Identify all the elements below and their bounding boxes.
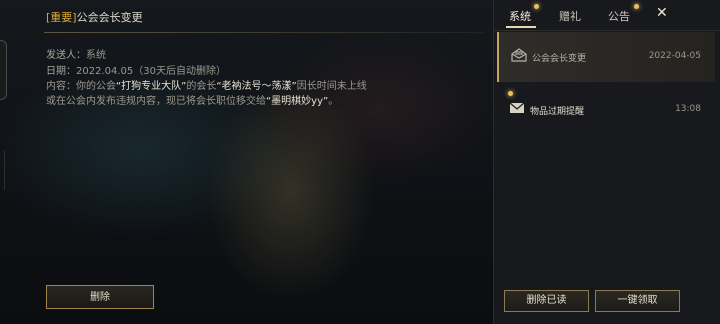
mail-item-title: 物品过期提醒 (530, 107, 585, 117)
mail-item-time: 13:08 (675, 104, 701, 114)
mail-title: [重要]公会会长变更 (46, 9, 143, 25)
mail-tabs: 系统 赠礼 公告 ✕ (494, 0, 720, 30)
open-mail-icon (511, 48, 527, 62)
close-icon[interactable]: ✕ (656, 5, 668, 21)
mail-title-text: 公会会长变更 (76, 11, 143, 24)
delete-button[interactable]: 删除 (46, 285, 154, 309)
sender-value: 系统 (86, 50, 106, 61)
claim-all-button[interactable]: 一键领取 (595, 290, 680, 312)
mail-content: 内容：你的公会“打狗专业大队”的会长“老衲法号～荡漾”因长时间未上线或在公会内发… (46, 79, 376, 109)
tab-system[interactable]: 系统 (509, 8, 531, 24)
notification-dot (534, 4, 539, 9)
date-value: 2022.04.05（30天后自动删除） (76, 66, 226, 77)
mail-item-time: 2022-04-05 (648, 51, 701, 61)
unread-dot (508, 91, 513, 96)
date-row: 日期：2022.04.05（30天后自动删除） (46, 62, 226, 77)
content-part: 或在公会内发布违规内容，现已将会长职位移交给 (46, 96, 266, 107)
mail-icon (509, 102, 525, 113)
notification-dot (634, 4, 639, 9)
sender-row: 发送人：系统 (46, 46, 106, 61)
title-divider (44, 32, 484, 33)
delete-read-button[interactable]: 删除已读 (504, 290, 589, 312)
side-edge-divider (0, 150, 5, 190)
mail-list-item[interactable]: 物品过期提醒 13:08 (497, 85, 715, 135)
sender-label: 发送人： (46, 50, 86, 61)
content-part: 你的公会 (76, 81, 116, 92)
content-label: 内容： (46, 81, 76, 92)
date-label: 日期： (46, 66, 76, 77)
mail-item-title: 公会会长变更 (532, 54, 587, 64)
mail-detail-panel: [重要]公会会长变更 发送人：系统 日期：2022.04.05（30天后自动删除… (34, 0, 492, 324)
mail-list-panel: 系统 赠礼 公告 ✕ 公会会长变更 2022-04-05 物品过期提醒 13:0… (493, 0, 720, 324)
side-drawer-handle[interactable] (0, 40, 7, 100)
mail-list-item[interactable]: 公会会长变更 2022-04-05 (497, 32, 715, 82)
guild-name: “打狗专业大队” (116, 81, 187, 92)
content-part: 的会长 (186, 81, 217, 92)
content-part: 。 (328, 96, 339, 107)
tab-gift[interactable]: 赠礼 (559, 8, 581, 24)
tab-announcement[interactable]: 公告 (608, 8, 630, 24)
new-leader-name: “墨明棋妙yy” (266, 96, 329, 107)
tabs-divider (494, 30, 720, 31)
content-part: 因长时间未上线 (296, 81, 367, 92)
old-leader-name: “老衲法号～荡漾” (216, 81, 297, 92)
active-tab-indicator (506, 26, 536, 28)
importance-tag: [重要] (46, 11, 77, 24)
